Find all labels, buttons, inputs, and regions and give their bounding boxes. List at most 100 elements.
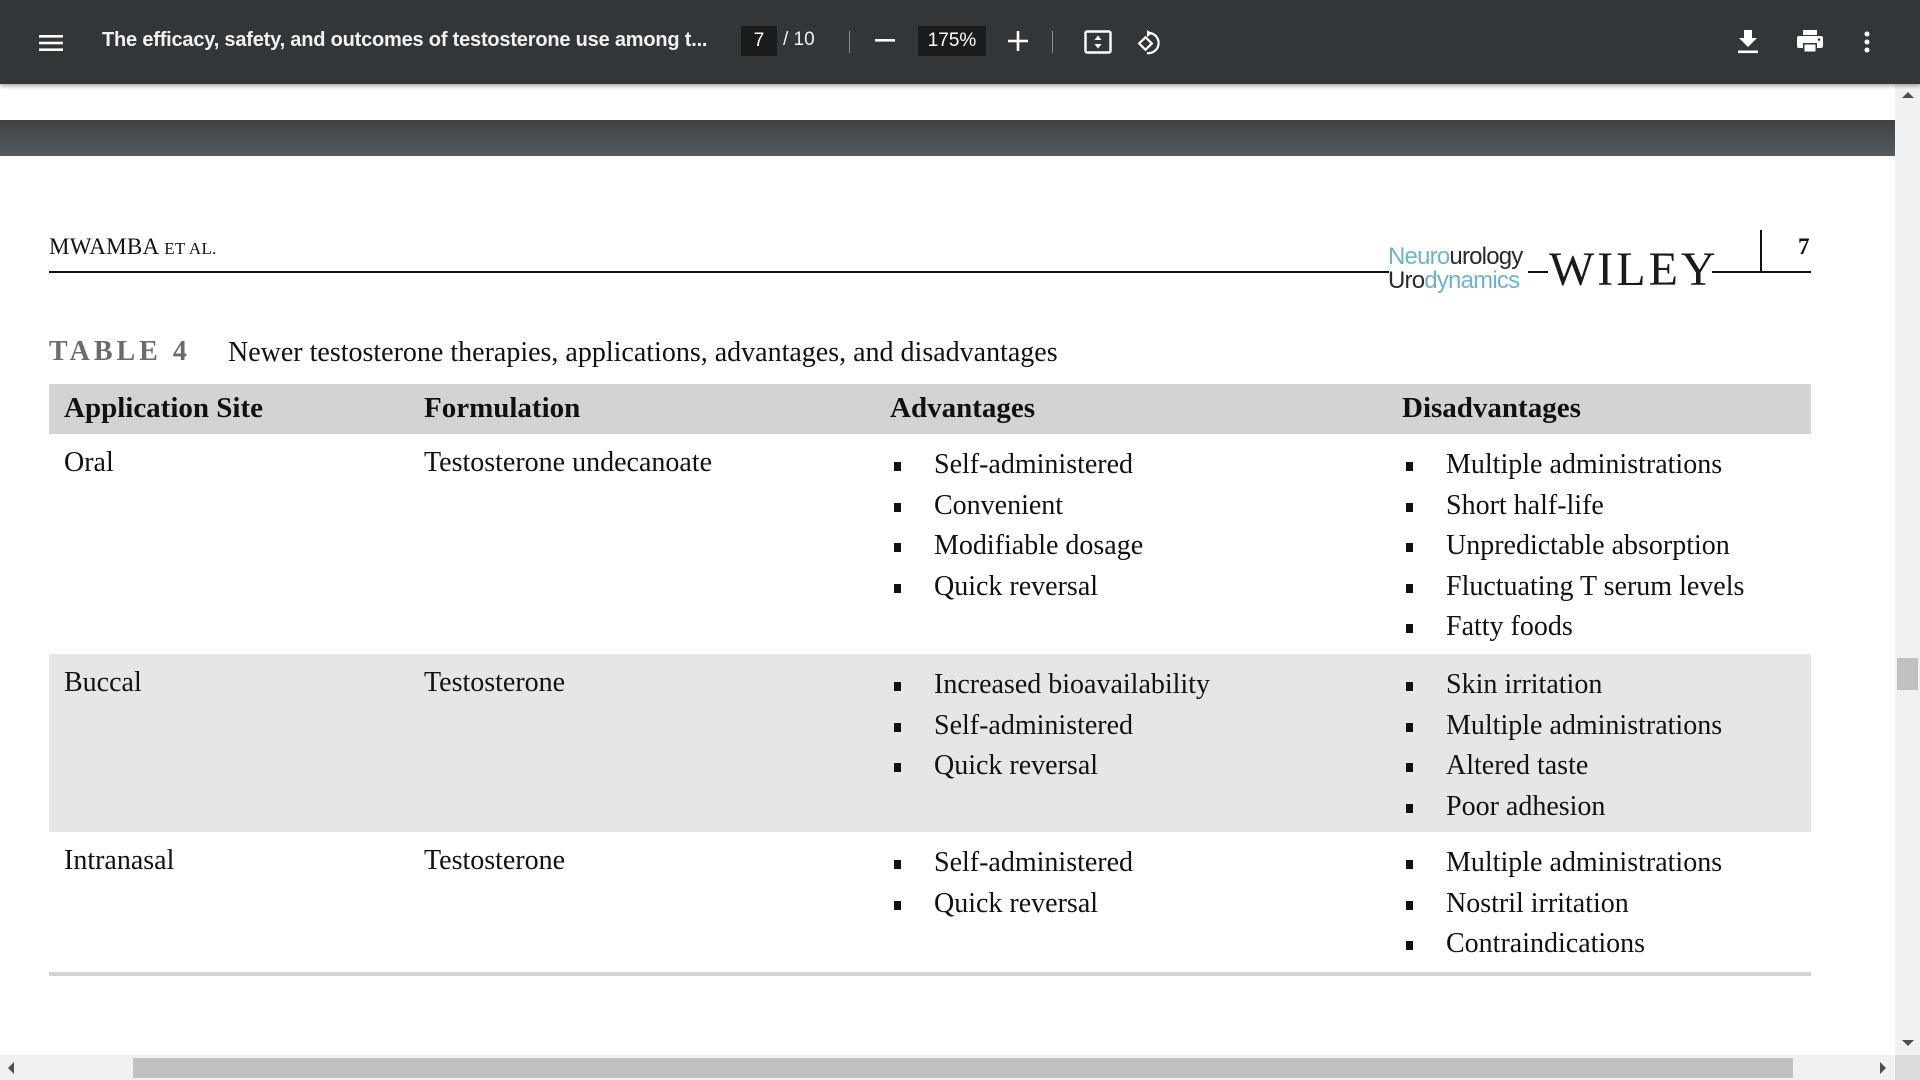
scroll-down-arrow-icon[interactable] — [1902, 1040, 1914, 1046]
square-bullet-icon — [1406, 624, 1413, 633]
disadvantages-cell: Skin irritation Multiple administrations A… — [1402, 667, 1722, 829]
square-bullet-icon — [894, 462, 901, 471]
page-number: 7 — [1798, 234, 1810, 259]
publisher-logo: WILEY — [1549, 243, 1719, 296]
logo-ro: ro — [1404, 267, 1426, 294]
application-site-cell: Buccal — [64, 667, 142, 698]
list-item-text: Multiple administrations — [1446, 847, 1723, 878]
fit-to-page-button[interactable] — [1078, 22, 1118, 62]
running-head: MWAMBA ET AL. — [49, 234, 217, 260]
list-item: Nostril irritation — [1402, 886, 1722, 927]
pdf-page: MWAMBA ET AL. Neurourology Urodynamics W… — [0, 156, 1895, 1055]
list-item-text: Poor adhesion — [1446, 790, 1606, 822]
list-item: Quick reversal — [890, 748, 1210, 789]
header-rule — [1528, 271, 1548, 273]
list-item: Skin irritation — [1402, 667, 1722, 708]
square-bullet-icon — [894, 860, 901, 869]
disadvantages-list: Multiple administrations Nostril irritati… — [1402, 845, 1722, 967]
more-vertical-icon — [1864, 31, 1870, 53]
list-item-text: Short half-life — [1446, 489, 1604, 521]
table-row: Buccal Testosterone Increased bioavailabil… — [49, 654, 1811, 832]
application-site-cell: Oral — [64, 447, 114, 478]
disadvantages-cell: Multiple administrations Nostril irritati… — [1402, 845, 1722, 967]
advantages-cell: Increased bioavailability Self-administer… — [890, 667, 1210, 789]
list-item-text: Increased bioavailability — [934, 669, 1210, 700]
column-header: Application Site — [64, 392, 263, 424]
square-bullet-icon — [894, 543, 901, 552]
print-button[interactable] — [1788, 22, 1832, 62]
list-item: Fluctuating T serum levels — [1402, 569, 1744, 610]
list-item-text: Modifiable dosage — [934, 530, 1144, 561]
rotate-button[interactable] — [1130, 22, 1172, 64]
advantages-list: Self-administered Convenient Modifiable do… — [890, 447, 1143, 609]
square-bullet-icon — [894, 722, 901, 732]
square-bullet-icon — [1406, 803, 1413, 813]
page-number-input[interactable]: 7 — [741, 26, 777, 56]
toolbar-divider — [1052, 31, 1053, 53]
journal-logo: Neurourology Urodynamics — [1388, 245, 1528, 297]
scroll-up-arrow-icon[interactable] — [1902, 92, 1914, 98]
list-item-text: Self-administered — [934, 847, 1134, 878]
list-item-text: Fatty foods — [1446, 611, 1573, 642]
list-item-text: Self-administered — [934, 449, 1134, 480]
column-header: Disadvantages — [1402, 392, 1581, 424]
vertical-scrollbar[interactable] — [1895, 84, 1920, 1055]
list-item: Altered taste — [1402, 748, 1722, 789]
toolbar-divider — [849, 31, 850, 53]
formulation-cell: Testosterone — [424, 667, 566, 698]
scroll-right-arrow-icon[interactable] — [1880, 1062, 1886, 1074]
therapies-table: Application Site Formulation Advantages … — [49, 384, 1811, 976]
header-rule — [49, 271, 1389, 273]
list-item: Quick reversal — [890, 569, 1143, 610]
list-item: Multiple administrations — [1402, 447, 1744, 488]
column-header: Formulation — [424, 392, 581, 424]
menu-button[interactable] — [30, 22, 72, 64]
horizontal-scrollbar[interactable] — [0, 1055, 1895, 1080]
hamburger-menu-icon — [39, 35, 63, 51]
zoom-level-input[interactable]: 175% — [918, 26, 986, 56]
square-bullet-icon — [894, 763, 901, 772]
list-item-text: Contraindications — [1446, 928, 1646, 959]
square-bullet-icon — [1406, 941, 1413, 950]
square-bullet-icon — [1406, 682, 1413, 691]
scrollbar-corner — [1895, 1055, 1920, 1080]
list-item-text: Quick reversal — [934, 750, 1099, 781]
rotate-counterclockwise-icon — [1137, 30, 1160, 55]
advantages-cell: Self-administered Quick reversal — [890, 845, 1133, 926]
square-bullet-icon — [1406, 860, 1413, 869]
zoom-in-button[interactable] — [1000, 22, 1036, 60]
table-row: Intranasal Testosterone Self-administered Q… — [49, 832, 1811, 972]
list-item-text: Altered taste — [1446, 750, 1589, 781]
logo-initial-u: U — [1388, 267, 1405, 294]
logo-initial-n: N — [1388, 243, 1405, 270]
list-item: Contraindications — [1402, 926, 1722, 967]
header-divider — [1760, 230, 1762, 272]
advantages-list: Increased bioavailability Self-administer… — [890, 667, 1210, 789]
list-item: Short half-life — [1402, 488, 1744, 529]
disadvantages-cell: Multiple administrations Short half-life U… — [1402, 447, 1744, 650]
more-actions-button[interactable] — [1852, 22, 1882, 62]
download-icon — [1738, 30, 1758, 54]
list-item: Self-administered — [890, 447, 1143, 488]
square-bullet-icon — [1406, 583, 1413, 593]
logo-urology: urology — [1449, 243, 1523, 270]
table-header-row: Application Site Formulation Advantages … — [49, 384, 1811, 434]
formulation-cell: Testosterone undecanoate — [424, 447, 713, 478]
disadvantages-list: Multiple administrations Short half-life U… — [1402, 447, 1744, 650]
pdf-toolbar: The efficacy, safety, and outcomes of te… — [0, 0, 1920, 84]
list-item: Poor adhesion — [1402, 789, 1722, 830]
list-item: Self-administered — [890, 845, 1133, 886]
advantages-cell: Self-administered Convenient Modifiable do… — [890, 447, 1143, 609]
square-bullet-icon — [894, 900, 901, 910]
horizontal-scroll-thumb[interactable] — [133, 1058, 1793, 1078]
zoom-out-button[interactable] — [868, 22, 902, 60]
scroll-left-arrow-icon[interactable] — [8, 1062, 14, 1074]
column-header: Advantages — [890, 392, 1036, 424]
table-caption: Newer testosterone therapies, applicatio… — [228, 337, 1058, 368]
list-item-text: Quick reversal — [934, 887, 1099, 919]
vertical-scroll-thumb[interactable] — [1897, 658, 1918, 690]
square-bullet-icon — [1406, 462, 1413, 471]
download-button[interactable] — [1728, 22, 1768, 62]
square-bullet-icon — [894, 682, 901, 691]
advantages-list: Self-administered Quick reversal — [890, 845, 1133, 926]
